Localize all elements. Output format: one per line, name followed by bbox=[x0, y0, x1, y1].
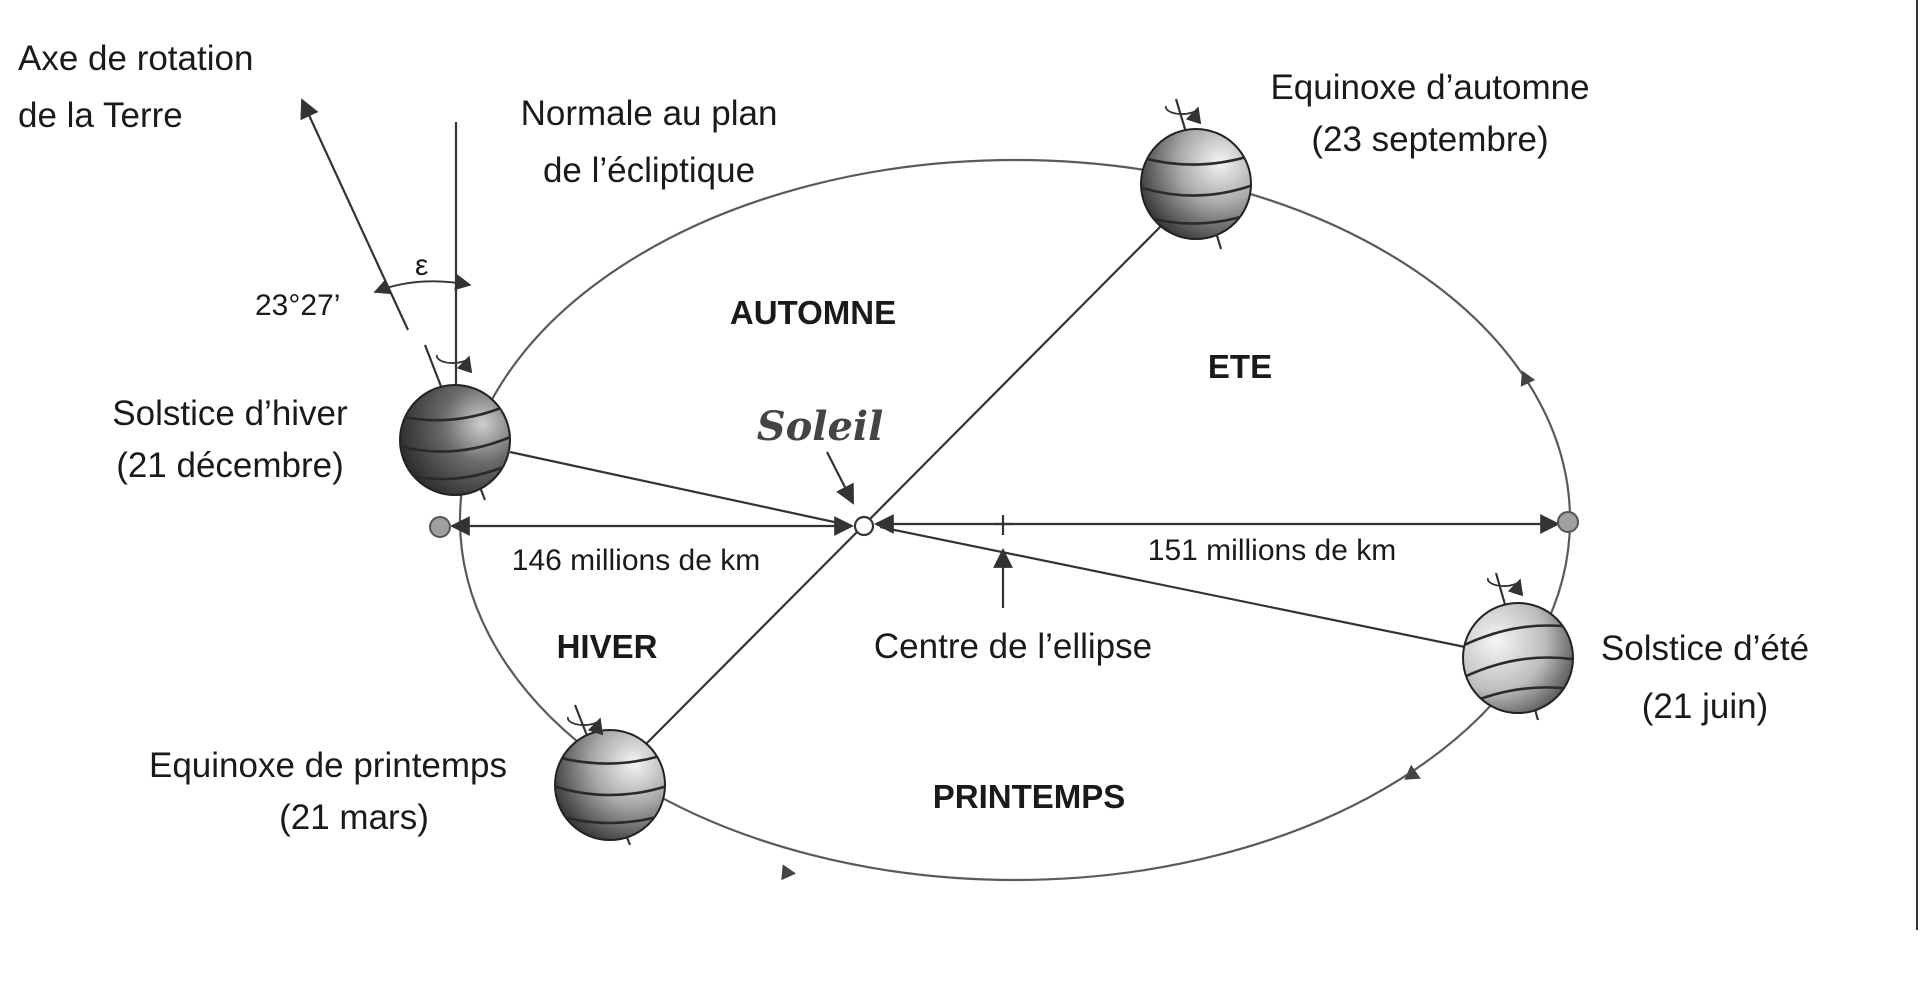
perihelion-distance-label: 146 millions de km bbox=[512, 544, 760, 577]
ecliptic-normal-label: Normale au plan bbox=[521, 94, 778, 133]
summer-solstice-label: Solstice d’été bbox=[1601, 629, 1809, 668]
season-spring: PRINTEMPS bbox=[933, 778, 1126, 815]
spring-equinox-date: (21 mars) bbox=[279, 798, 429, 837]
earth-autumn-equinox bbox=[1140, 98, 1252, 250]
orbit-direction-arrows bbox=[781, 370, 1536, 881]
ellipse-center-label: Centre de l’ellipse bbox=[874, 627, 1152, 666]
autumn-equinox-label: Equinoxe d’automne bbox=[1270, 68, 1589, 107]
rotation-axis-label-2: de la Terre bbox=[18, 96, 183, 135]
sun-icon bbox=[853, 515, 875, 537]
winter-solstice-label: Solstice d’hiver bbox=[112, 394, 348, 433]
epsilon-label: ε bbox=[415, 249, 428, 282]
line-sun-to-autumn bbox=[861, 221, 1166, 528]
rotation-indicator-icon bbox=[566, 716, 604, 736]
summer-solstice-date: (21 juin) bbox=[1642, 687, 1768, 726]
rotation-indicator-icon bbox=[1486, 577, 1524, 597]
earth-summer-solstice bbox=[1462, 572, 1574, 721]
rotation-indicator-icon bbox=[435, 354, 473, 374]
sun-label-pointer bbox=[826, 451, 854, 505]
rotation-axis-label: Axe de rotation bbox=[18, 39, 253, 78]
aphelion-point bbox=[1557, 511, 1579, 533]
aphelion-distance-label: 151 millions de km bbox=[1148, 534, 1396, 567]
rotation-indicator-icon bbox=[1164, 105, 1202, 125]
tilt-angle-label: 23°27’ bbox=[255, 289, 340, 322]
orbit-arrow-right bbox=[1520, 370, 1536, 387]
sun-label: Soleil bbox=[757, 403, 884, 450]
season-summer: ETE bbox=[1208, 348, 1272, 385]
ecliptic-normal-label-2: de l’écliptique bbox=[543, 151, 755, 190]
season-autumn: AUTOMNE bbox=[730, 294, 896, 331]
autumn-equinox-date: (23 septembre) bbox=[1311, 120, 1548, 159]
earth-spring-equinox bbox=[554, 704, 666, 846]
line-sun-to-winter bbox=[509, 450, 849, 527]
season-winter: HIVER bbox=[557, 628, 658, 665]
spring-equinox-label: Equinoxe de printemps bbox=[149, 746, 507, 785]
perihelion-point bbox=[429, 516, 451, 538]
earth-orbit-diagram: Axe de rotation de la Terre Normale au p… bbox=[18, 0, 1918, 930]
winter-solstice-date: (21 décembre) bbox=[116, 446, 344, 485]
orbit-arrow-bottom bbox=[781, 864, 796, 881]
ellipse-center-marker bbox=[993, 515, 1013, 608]
